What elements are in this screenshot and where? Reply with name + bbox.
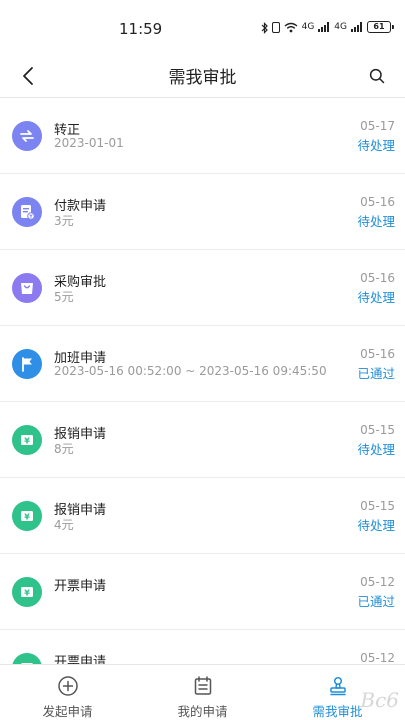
approval-stamp-icon: [329, 676, 346, 696]
bottom-tab-bar: 发起申请 我的申请 需我审批: [0, 664, 405, 720]
signal-icon-2: [351, 22, 363, 32]
approval-subtitle: 8元: [54, 442, 74, 456]
transfer-icon: [12, 121, 42, 151]
approval-status: 已通过: [357, 594, 395, 609]
approval-item[interactable]: 付款申请 3元 05-16 待处理: [0, 174, 405, 250]
approval-date: 05-17: [360, 119, 395, 133]
ticket-icon: ¥: [12, 425, 42, 455]
ticket-icon: ¥: [12, 577, 42, 607]
approval-status: 待处理: [357, 518, 395, 533]
approval-date: 05-16: [360, 195, 395, 209]
approval-date: 05-16: [360, 347, 395, 361]
approval-date: 05-16: [360, 271, 395, 285]
payment-icon: [12, 197, 42, 227]
watermark: Bc6: [360, 688, 399, 712]
approval-item[interactable]: ¥ 开票申请 05-12: [0, 630, 405, 664]
approval-subtitle: 2023-05-16 00:52:00 ~ 2023-05-16 09:45:5…: [54, 364, 327, 378]
approval-status: 待处理: [357, 290, 395, 305]
signal-icon-1: [318, 22, 330, 32]
bluetooth-icon: [261, 21, 268, 34]
search-icon: [369, 68, 385, 84]
approval-date: 05-12: [360, 651, 395, 664]
approval-item[interactable]: 采购审批 5元 05-16 待处理: [0, 250, 405, 326]
approval-item[interactable]: ¥ 报销申请 8元 05-15 待处理: [0, 402, 405, 478]
approval-status: 已通过: [357, 366, 395, 381]
battery-icon: 61: [367, 21, 394, 33]
approval-status: 待处理: [357, 442, 395, 457]
approval-date: 05-15: [360, 423, 395, 437]
ticket-icon: ¥: [12, 653, 42, 664]
page-title: 需我审批: [168, 68, 237, 88]
approval-status: 待处理: [357, 214, 395, 229]
search-button[interactable]: [363, 62, 391, 90]
status-bar: 11:59 4G 4G 61: [0, 0, 405, 54]
approval-item[interactable]: ¥ 开票申请 05-12 已通过: [0, 554, 405, 630]
svg-text:¥: ¥: [24, 588, 30, 597]
tab-label: 发起申请: [42, 704, 93, 719]
tab-label: 我的申请: [177, 704, 228, 719]
tab-label: 需我审批: [312, 704, 363, 719]
svg-text:¥: ¥: [24, 512, 30, 521]
approval-title: 开票申请: [54, 655, 107, 664]
network-type-2: 4G: [334, 22, 347, 32]
approval-item[interactable]: ¥ 报销申请 4元 05-15 待处理: [0, 478, 405, 554]
approval-subtitle: 5元: [54, 290, 74, 304]
nav-bar: 需我审批: [0, 54, 405, 98]
status-time: 11:59: [119, 20, 163, 38]
tab-my-requests[interactable]: 我的申请: [135, 665, 270, 720]
svg-text:¥: ¥: [24, 436, 30, 445]
approval-date: 05-15: [360, 499, 395, 513]
approval-item[interactable]: 转正 2023-01-01 05-17 待处理: [0, 98, 405, 174]
shopping-bag-icon: [12, 273, 42, 303]
approval-subtitle: 3元: [54, 214, 74, 228]
plus-circle-icon: [57, 676, 78, 696]
approval-subtitle: 2023-01-01: [54, 136, 124, 150]
approval-subtitle: 4元: [54, 518, 74, 532]
flag-icon: [12, 349, 42, 379]
network-type-1: 4G: [301, 22, 315, 32]
approval-title: 开票申请: [54, 579, 107, 594]
approval-status: 待处理: [357, 138, 395, 153]
approval-list: 转正 2023-01-01 05-17 待处理 付款申请 3元 05-16 待处…: [0, 98, 405, 664]
status-icons: 4G 4G 61: [261, 21, 394, 34]
wifi-icon: [284, 22, 298, 33]
approval-date: 05-12: [360, 575, 395, 589]
tab-create-request[interactable]: 发起申请: [0, 665, 135, 720]
ticket-icon: ¥: [12, 501, 42, 531]
vibrate-icon: [271, 21, 280, 33]
approval-item[interactable]: 加班申请 2023-05-16 00:52:00 ~ 2023-05-16 09…: [0, 326, 405, 402]
calendar-list-icon: [194, 676, 211, 695]
